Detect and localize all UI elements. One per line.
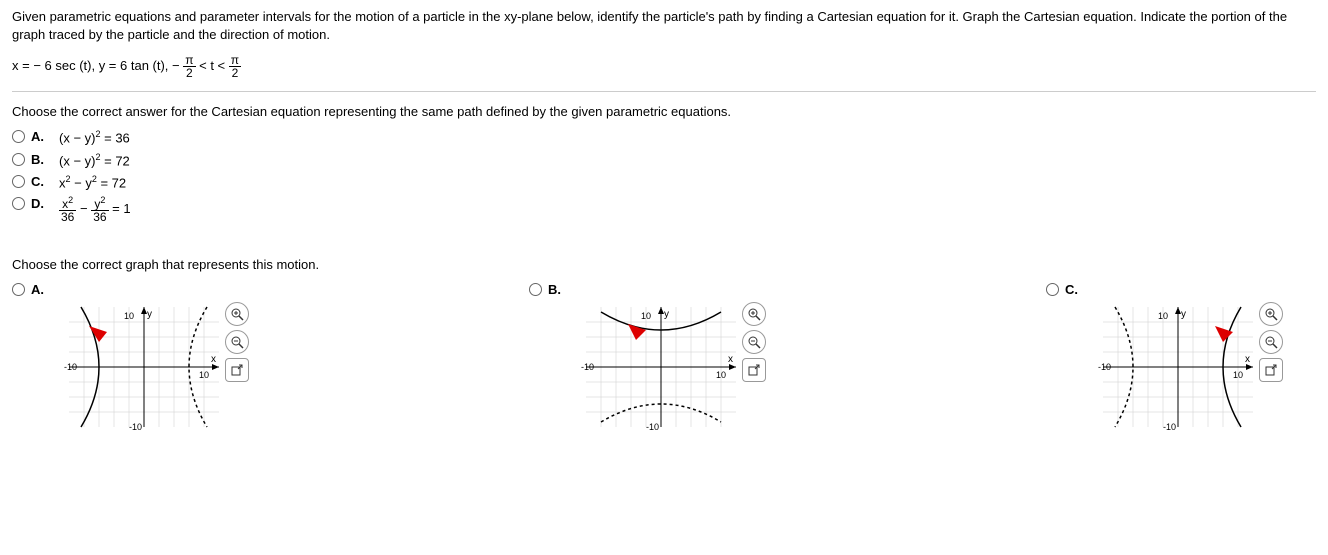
svg-text:-10: -10 — [64, 362, 77, 372]
frac-pos: π2 — [229, 54, 241, 79]
svg-text:x: x — [728, 354, 733, 365]
svg-text:-10: -10 — [1163, 422, 1176, 432]
radio-graph-c[interactable] — [1046, 283, 1059, 296]
radio-d[interactable] — [12, 197, 25, 210]
zoom-out-icon[interactable] — [1259, 330, 1283, 354]
problem-intro: Given parametric equations and parameter… — [12, 8, 1316, 44]
popout-icon[interactable] — [1259, 358, 1283, 382]
radio-b[interactable] — [12, 153, 25, 166]
svg-text:10: 10 — [199, 370, 209, 380]
zoom-in-icon[interactable] — [1259, 302, 1283, 326]
cartesian-prompt: Choose the correct answer for the Cartes… — [12, 104, 1316, 119]
radio-graph-a[interactable] — [12, 283, 25, 296]
radio-c[interactable] — [12, 175, 25, 188]
graph-choice-a: A. y x 10 -10 — [12, 282, 249, 432]
label-b: B. — [31, 152, 49, 167]
svg-text:-10: -10 — [129, 422, 142, 432]
svg-text:10: 10 — [124, 311, 134, 321]
zoom-out-icon[interactable] — [742, 330, 766, 354]
parametric-equation: x = − 6 sec (t), y = 6 tan (t), − π2 < t… — [12, 54, 1316, 79]
graph-choice-c: C. y x 10 -10 — [1046, 282, 1283, 432]
svg-text:10: 10 — [1158, 311, 1168, 321]
popout-icon[interactable] — [742, 358, 766, 382]
label-d: D. — [31, 196, 49, 211]
zoom-in-icon[interactable] — [225, 302, 249, 326]
cartesian-choice-a: A. (x − y)2 = 36 — [12, 129, 1316, 145]
label-graph-b: B. — [548, 282, 566, 297]
content-b: (x − y)2 = 72 — [59, 152, 130, 168]
label-graph-c: C. — [1065, 282, 1083, 297]
cartesian-choice-c: C. x2 − y2 = 72 — [12, 174, 1316, 190]
frac-neg: π2 — [183, 54, 195, 79]
svg-text:x: x — [211, 354, 216, 365]
label-a: A. — [31, 129, 49, 144]
radio-graph-b[interactable] — [529, 283, 542, 296]
eq-mid: < t < — [196, 58, 229, 73]
svg-text:10: 10 — [716, 370, 726, 380]
popout-icon[interactable] — [225, 358, 249, 382]
graph-prompt: Choose the correct graph that represents… — [12, 257, 1316, 272]
radio-a[interactable] — [12, 130, 25, 143]
svg-text:-10: -10 — [581, 362, 594, 372]
svg-text:10: 10 — [1233, 370, 1243, 380]
label-graph-a: A. — [31, 282, 49, 297]
zoom-in-icon[interactable] — [742, 302, 766, 326]
cartesian-choice-d: D. x236 − y236 = 1 — [12, 196, 1316, 223]
eq-prefix: x = − 6 sec (t), y = 6 tan (t), − — [12, 58, 183, 73]
svg-text:x: x — [1245, 354, 1250, 365]
cartesian-choice-b: B. (x − y)2 = 72 — [12, 152, 1316, 168]
label-c: C. — [31, 174, 49, 189]
graph-a-plot: y x 10 -10 -10 10 — [59, 302, 219, 432]
divider — [12, 91, 1316, 92]
svg-text:y: y — [1181, 309, 1186, 320]
graph-b-plot: y x 10 -10 -10 10 — [576, 302, 736, 432]
svg-text:-10: -10 — [1098, 362, 1111, 372]
svg-text:-10: -10 — [646, 422, 659, 432]
content-a: (x − y)2 = 36 — [59, 129, 130, 145]
svg-text:y: y — [664, 309, 669, 320]
graph-choice-b: B. y x 10 -10 — [529, 282, 766, 432]
zoom-out-icon[interactable] — [225, 330, 249, 354]
svg-text:y: y — [147, 309, 152, 320]
graph-c-plot: y x 10 -10 -10 10 — [1093, 302, 1253, 432]
svg-text:10: 10 — [641, 311, 651, 321]
content-d: x236 − y236 = 1 — [59, 196, 131, 223]
graph-choices-row: A. y x 10 -10 — [12, 282, 1316, 432]
content-c: x2 − y2 = 72 — [59, 174, 126, 190]
